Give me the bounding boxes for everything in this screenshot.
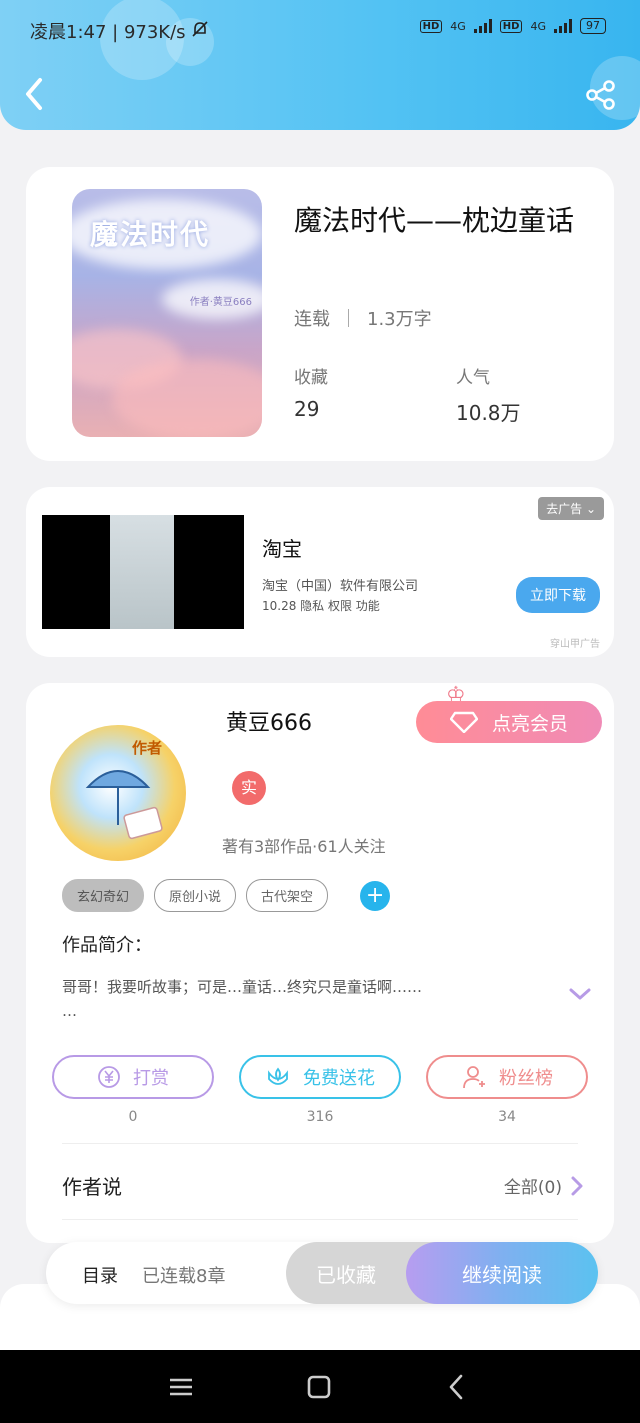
intro-heading: 作品简介： <box>62 935 152 956</box>
continue-reading-button[interactable]: 继续阅读 <box>406 1242 598 1304</box>
book-cover[interactable]: 魔法时代 作者·黄豆666 <box>72 189 262 437</box>
author-say-all-link[interactable]: 全部(0) <box>504 1173 584 1198</box>
cover-title: 魔法时代 <box>90 218 211 251</box>
hd-badge: HD <box>419 19 443 33</box>
menu-icon[interactable] <box>166 1372 196 1402</box>
send-flower-button[interactable]: 免费送花 <box>239 1055 401 1099</box>
person-icon <box>463 1066 485 1089</box>
share-icon <box>586 80 615 110</box>
fan-ranking-button[interactable]: 粉丝榜 <box>426 1055 588 1099</box>
author-card: 作者 黄豆666 ♔ 点亮会员 实 著有3部作品·61人关注 玄幻奇幻 原创小说… <box>26 683 614 1243</box>
home-icon[interactable] <box>304 1372 334 1402</box>
diamond-icon <box>449 711 478 733</box>
bottom-action-bar: 目录 已连载8章 已收藏 继续阅读 <box>46 1242 598 1304</box>
fan-count: 34 <box>498 1109 516 1125</box>
mute-icon <box>191 21 209 43</box>
flower-icon <box>268 1067 288 1085</box>
book-title: 魔法时代——枕边童话 <box>294 204 575 237</box>
chevron-down-icon: ⌄ <box>585 502 596 516</box>
back-button[interactable] <box>20 76 50 112</box>
status-time: 凌晨1:47 <box>30 22 107 43</box>
hd-badge: HD <box>499 19 523 33</box>
divider <box>62 1143 578 1144</box>
toc-chapter-count[interactable]: 已连载8章 <box>142 1262 225 1288</box>
divider <box>62 1219 578 1220</box>
verified-badge: 实 <box>232 771 266 805</box>
remove-ad-button[interactable]: 去广告 ⌄ <box>538 497 604 520</box>
author-say-label: 作者说 <box>62 1175 122 1199</box>
book-status: 连载 <box>294 309 330 330</box>
top-header: 凌晨1:47 | 973K/s HD 4G HD 4G 97 <box>0 0 640 130</box>
flower-count: 316 <box>306 1109 334 1125</box>
book-words: 1.3万字 <box>367 309 432 330</box>
reward-button[interactable]: 打赏 <box>52 1055 214 1099</box>
tag-item[interactable]: 古代架空 <box>246 879 329 912</box>
add-tag-button[interactable]: + <box>360 880 391 911</box>
author-badge: 作者 <box>132 739 163 757</box>
stat-value-popularity: 10.8万 <box>456 401 521 425</box>
chevron-right-icon <box>571 1176 583 1195</box>
author-avatar[interactable]: 作者 <box>50 725 186 861</box>
divider <box>348 309 349 327</box>
tag-item[interactable]: 玄幻奇幻 <box>62 879 145 912</box>
ad-company: 淘宝（中国）软件有限公司 <box>262 579 419 594</box>
book-info-card: 魔法时代 作者·黄豆666 魔法时代——枕边童话 连载 1.3万字 收藏 29 … <box>26 167 614 461</box>
signal-icon <box>554 19 572 33</box>
intro-text: 哥哥！我要听故事；可是…童话…终究只是童话啊…… … <box>62 978 423 1020</box>
ad-title: 淘宝 <box>262 537 302 561</box>
status-speed: 973K/s <box>123 22 186 43</box>
net-label: 4G <box>530 19 546 33</box>
ad-video-frame <box>110 515 174 629</box>
cover-author: 作者·黄豆666 <box>189 297 252 308</box>
stat-label-popularity: 人气 <box>456 368 490 388</box>
expand-chevron-icon[interactable] <box>568 985 592 1003</box>
reward-count: 0 <box>128 1109 138 1125</box>
tag-item[interactable]: 原创小说 <box>154 879 237 912</box>
download-button[interactable]: 立即下载 <box>516 577 600 613</box>
status-left: 凌晨1:47 | 973K/s <box>30 18 209 44</box>
system-nav-bar <box>0 1350 640 1423</box>
wind-chime-icon <box>85 770 163 840</box>
vip-button[interactable]: 点亮会员 <box>416 701 602 743</box>
status-right: HD 4G HD 4G 97 <box>419 18 606 34</box>
yen-icon <box>98 1066 120 1088</box>
ad-thumbnail[interactable] <box>42 515 244 629</box>
signal-icon <box>473 19 492 33</box>
toc-button[interactable]: 目录 <box>82 1262 118 1288</box>
stat-value-favorites: 29 <box>294 397 320 421</box>
book-meta: 连载 1.3万字 <box>294 305 432 331</box>
stat-label-favorites: 收藏 <box>294 368 328 388</box>
share-button[interactable] <box>584 78 618 112</box>
net-label: 4G <box>450 19 466 33</box>
author-works-info: 著有3部作品·61人关注 <box>222 837 386 856</box>
battery-icon: 97 <box>580 18 606 34</box>
ad-info[interactable]: 10.28 隐私 权限 功能 <box>262 597 380 614</box>
ad-card[interactable]: 淘宝 淘宝（中国）软件有限公司 10.28 隐私 权限 功能 去广告 ⌄ 立即下… <box>26 487 614 657</box>
tag-list: 玄幻奇幻 原创小说 古代架空 + <box>62 879 391 912</box>
ad-source-mark: 穿山甲广告 <box>550 639 600 650</box>
author-name: 黄豆666 <box>226 711 312 736</box>
nav-back-icon[interactable] <box>442 1372 472 1402</box>
